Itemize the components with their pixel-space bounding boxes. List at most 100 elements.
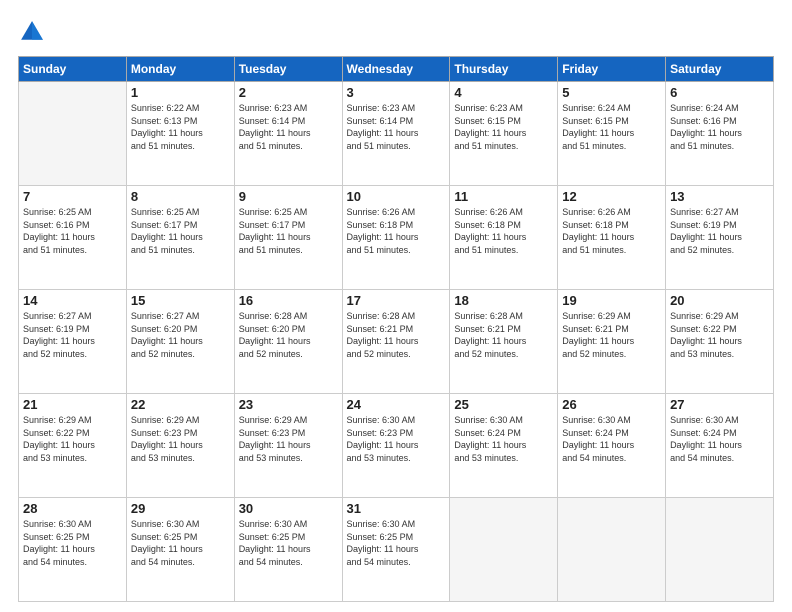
- day-info: Sunrise: 6:30 AM Sunset: 6:23 PM Dayligh…: [347, 414, 446, 464]
- week-row-3: 14Sunrise: 6:27 AM Sunset: 6:19 PM Dayli…: [19, 290, 774, 394]
- calendar-cell: 10Sunrise: 6:26 AM Sunset: 6:18 PM Dayli…: [342, 186, 450, 290]
- day-number: 12: [562, 189, 661, 204]
- day-number: 24: [347, 397, 446, 412]
- day-header-sunday: Sunday: [19, 57, 127, 82]
- day-number: 29: [131, 501, 230, 516]
- day-number: 21: [23, 397, 122, 412]
- calendar-cell: 2 Sunrise: 6:23 AM Sunset: 6:14 PM Daylig…: [234, 82, 342, 186]
- day-number: 22: [131, 397, 230, 412]
- calendar-cell: 6 Sunrise: 6:24 AM Sunset: 6:16 PM Daylig…: [666, 82, 774, 186]
- calendar-cell: 27Sunrise: 6:30 AM Sunset: 6:24 PM Dayli…: [666, 394, 774, 498]
- week-row-1: 1 Sunrise: 6:22 AM Sunset: 6:13 PM Daylig…: [19, 82, 774, 186]
- calendar-cell: [450, 498, 558, 602]
- calendar-cell: 3 Sunrise: 6:23 AM Sunset: 6:14 PM Daylig…: [342, 82, 450, 186]
- calendar-cell: 30 Sunrise: 6:30 AM Sunset: 6:25 PM Dayli…: [234, 498, 342, 602]
- day-number: 14: [23, 293, 122, 308]
- day-info: Sunrise: 6:25 AM Sunset: 6:17 PM Dayligh…: [239, 206, 338, 256]
- day-info: Sunrise: 6:30 AM Sunset: 6:25 PM Dayligh…: [347, 518, 446, 568]
- day-number: 28: [23, 501, 122, 516]
- calendar-cell: 13Sunrise: 6:27 AM Sunset: 6:19 PM Dayli…: [666, 186, 774, 290]
- day-info: Sunrise: 6:23 AM Sunset: 6:14 PM Dayligh…: [347, 102, 446, 152]
- day-info: Sunrise: 6:30 AM Sunset: 6:24 PM Dayligh…: [562, 414, 661, 464]
- day-header-friday: Friday: [558, 57, 666, 82]
- calendar-cell: 20Sunrise: 6:29 AM Sunset: 6:22 PM Dayli…: [666, 290, 774, 394]
- day-header-saturday: Saturday: [666, 57, 774, 82]
- day-number: 8: [131, 189, 230, 204]
- day-number: 17: [347, 293, 446, 308]
- calendar-cell: 1 Sunrise: 6:22 AM Sunset: 6:13 PM Daylig…: [126, 82, 234, 186]
- calendar-cell: 4 Sunrise: 6:23 AM Sunset: 6:15 PM Daylig…: [450, 82, 558, 186]
- day-info: Sunrise: 6:29 AM Sunset: 6:21 PM Dayligh…: [562, 310, 661, 360]
- day-info: Sunrise: 6:27 AM Sunset: 6:19 PM Dayligh…: [670, 206, 769, 256]
- calendar-cell: 18 Sunrise: 6:28 AM Sunset: 6:21 PM Dayli…: [450, 290, 558, 394]
- calendar-cell: 21 Sunrise: 6:29 AM Sunset: 6:22 PM Dayli…: [19, 394, 127, 498]
- day-number: 4: [454, 85, 553, 100]
- day-number: 2: [239, 85, 338, 100]
- day-header-thursday: Thursday: [450, 57, 558, 82]
- day-number: 26: [562, 397, 661, 412]
- logo-icon: [18, 18, 46, 46]
- week-row-2: 7 Sunrise: 6:25 AM Sunset: 6:16 PM Daylig…: [19, 186, 774, 290]
- calendar-cell: 31 Sunrise: 6:30 AM Sunset: 6:25 PM Dayli…: [342, 498, 450, 602]
- day-header-tuesday: Tuesday: [234, 57, 342, 82]
- day-number: 1: [131, 85, 230, 100]
- day-info: Sunrise: 6:26 AM Sunset: 6:18 PM Dayligh…: [562, 206, 661, 256]
- calendar-cell: 25 Sunrise: 6:30 AM Sunset: 6:24 PM Dayli…: [450, 394, 558, 498]
- day-number: 5: [562, 85, 661, 100]
- calendar-cell: 28 Sunrise: 6:30 AM Sunset: 6:25 PM Dayli…: [19, 498, 127, 602]
- calendar-cell: 26 Sunrise: 6:30 AM Sunset: 6:24 PM Dayli…: [558, 394, 666, 498]
- calendar-table: SundayMondayTuesdayWednesdayThursdayFrid…: [18, 56, 774, 602]
- day-info: Sunrise: 6:24 AM Sunset: 6:15 PM Dayligh…: [562, 102, 661, 152]
- day-number: 19: [562, 293, 661, 308]
- calendar-cell: 7 Sunrise: 6:25 AM Sunset: 6:16 PM Daylig…: [19, 186, 127, 290]
- day-info: Sunrise: 6:24 AM Sunset: 6:16 PM Dayligh…: [670, 102, 769, 152]
- calendar-cell: 9 Sunrise: 6:25 AM Sunset: 6:17 PM Daylig…: [234, 186, 342, 290]
- calendar-cell: 15 Sunrise: 6:27 AM Sunset: 6:20 PM Dayli…: [126, 290, 234, 394]
- calendar-cell: 24 Sunrise: 6:30 AM Sunset: 6:23 PM Dayli…: [342, 394, 450, 498]
- week-row-4: 21 Sunrise: 6:29 AM Sunset: 6:22 PM Dayli…: [19, 394, 774, 498]
- day-number: 25: [454, 397, 553, 412]
- day-info: Sunrise: 6:26 AM Sunset: 6:18 PM Dayligh…: [454, 206, 553, 256]
- calendar-cell: [558, 498, 666, 602]
- day-number: 31: [347, 501, 446, 516]
- day-info: Sunrise: 6:23 AM Sunset: 6:15 PM Dayligh…: [454, 102, 553, 152]
- day-info: Sunrise: 6:23 AM Sunset: 6:14 PM Dayligh…: [239, 102, 338, 152]
- day-number: 16: [239, 293, 338, 308]
- day-number: 10: [347, 189, 446, 204]
- day-number: 20: [670, 293, 769, 308]
- week-row-5: 28 Sunrise: 6:30 AM Sunset: 6:25 PM Dayli…: [19, 498, 774, 602]
- day-info: Sunrise: 6:28 AM Sunset: 6:20 PM Dayligh…: [239, 310, 338, 360]
- day-header-wednesday: Wednesday: [342, 57, 450, 82]
- day-number: 11: [454, 189, 553, 204]
- day-info: Sunrise: 6:28 AM Sunset: 6:21 PM Dayligh…: [454, 310, 553, 360]
- day-info: Sunrise: 6:30 AM Sunset: 6:25 PM Dayligh…: [239, 518, 338, 568]
- calendar-cell: [19, 82, 127, 186]
- calendar-cell: 8Sunrise: 6:25 AM Sunset: 6:17 PM Daylig…: [126, 186, 234, 290]
- day-number: 9: [239, 189, 338, 204]
- calendar-cell: 19 Sunrise: 6:29 AM Sunset: 6:21 PM Dayli…: [558, 290, 666, 394]
- day-number: 30: [239, 501, 338, 516]
- day-info: Sunrise: 6:30 AM Sunset: 6:25 PM Dayligh…: [23, 518, 122, 568]
- day-header-monday: Monday: [126, 57, 234, 82]
- logo: [18, 18, 50, 46]
- header-row: SundayMondayTuesdayWednesdayThursdayFrid…: [19, 57, 774, 82]
- calendar-cell: 14Sunrise: 6:27 AM Sunset: 6:19 PM Dayli…: [19, 290, 127, 394]
- calendar-cell: 23Sunrise: 6:29 AM Sunset: 6:23 PM Dayli…: [234, 394, 342, 498]
- day-info: Sunrise: 6:29 AM Sunset: 6:23 PM Dayligh…: [131, 414, 230, 464]
- calendar-cell: 12 Sunrise: 6:26 AM Sunset: 6:18 PM Dayli…: [558, 186, 666, 290]
- day-number: 18: [454, 293, 553, 308]
- day-number: 3: [347, 85, 446, 100]
- day-info: Sunrise: 6:27 AM Sunset: 6:20 PM Dayligh…: [131, 310, 230, 360]
- day-info: Sunrise: 6:29 AM Sunset: 6:23 PM Dayligh…: [239, 414, 338, 464]
- day-info: Sunrise: 6:29 AM Sunset: 6:22 PM Dayligh…: [23, 414, 122, 464]
- day-number: 27: [670, 397, 769, 412]
- day-info: Sunrise: 6:30 AM Sunset: 6:25 PM Dayligh…: [131, 518, 230, 568]
- day-number: 7: [23, 189, 122, 204]
- day-info: Sunrise: 6:25 AM Sunset: 6:16 PM Dayligh…: [23, 206, 122, 256]
- calendar-cell: 16 Sunrise: 6:28 AM Sunset: 6:20 PM Dayli…: [234, 290, 342, 394]
- day-number: 15: [131, 293, 230, 308]
- day-number: 6: [670, 85, 769, 100]
- day-info: Sunrise: 6:22 AM Sunset: 6:13 PM Dayligh…: [131, 102, 230, 152]
- day-info: Sunrise: 6:30 AM Sunset: 6:24 PM Dayligh…: [454, 414, 553, 464]
- calendar-cell: 29 Sunrise: 6:30 AM Sunset: 6:25 PM Dayli…: [126, 498, 234, 602]
